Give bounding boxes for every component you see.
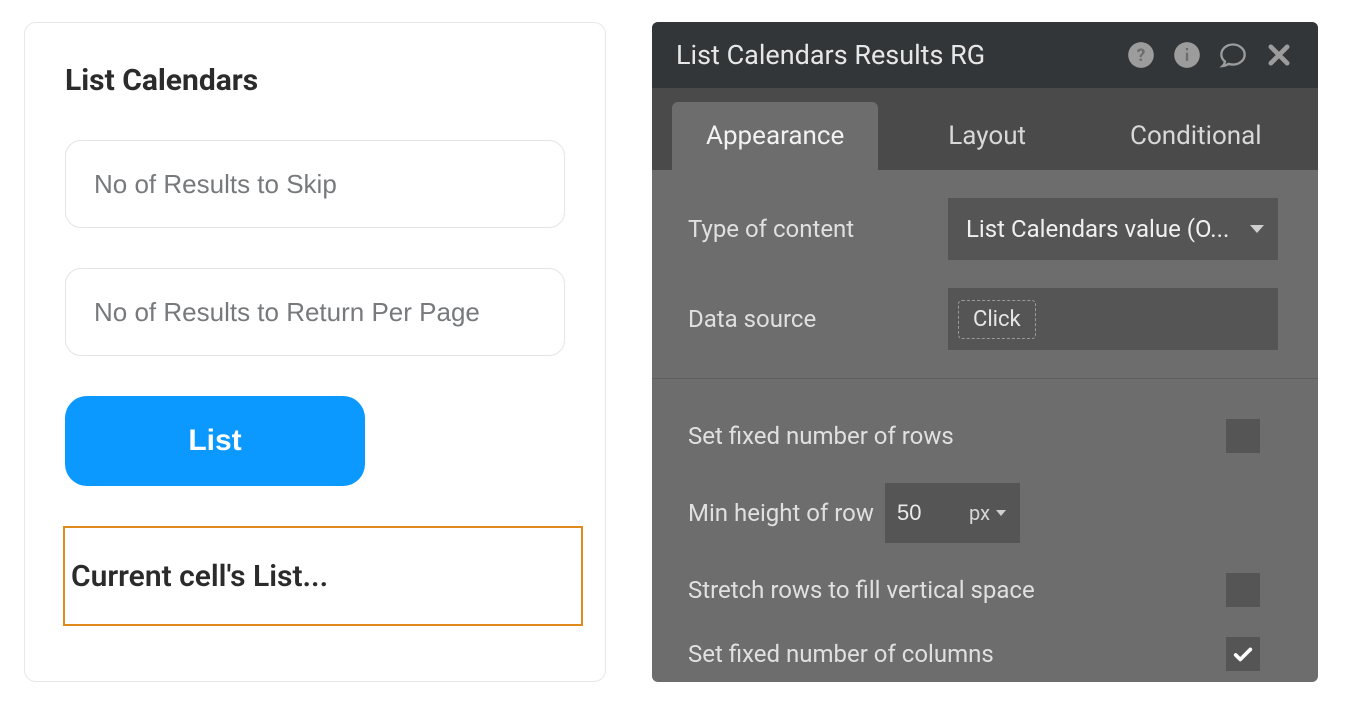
help-icon[interactable]: ?: [1126, 40, 1156, 70]
tab-appearance[interactable]: Appearance: [672, 102, 878, 170]
row-min-height: Min height of row px: [688, 483, 1290, 543]
min-height-label: Min height of row: [688, 499, 874, 527]
min-height-input[interactable]: [885, 483, 955, 543]
fixed-rows-checkbox[interactable]: [1226, 419, 1260, 453]
min-height-unit-select[interactable]: px: [955, 501, 1020, 525]
fixed-cols-label: Set fixed number of columns: [688, 640, 994, 668]
card-title: List Calendars: [65, 63, 565, 98]
tab-layout[interactable]: Layout: [914, 102, 1060, 170]
type-of-content-select[interactable]: List Calendars value (O...: [948, 198, 1278, 260]
close-icon[interactable]: [1264, 40, 1294, 70]
min-height-unit-label: px: [969, 501, 990, 525]
row-fixed-rows: Set fixed number of rows: [688, 419, 1290, 453]
current-cell-element[interactable]: Current cell's List...: [63, 526, 583, 626]
row-fixed-cols: Set fixed number of columns: [688, 637, 1290, 671]
type-of-content-value: List Calendars value (O...: [966, 215, 1229, 243]
data-source-label: Data source: [688, 305, 948, 333]
results-to-skip-input[interactable]: [65, 140, 565, 228]
comment-icon[interactable]: [1218, 40, 1248, 70]
section-divider: [652, 378, 1318, 379]
appearance-section: Type of content List Calendars value (O.…: [652, 170, 1318, 350]
min-height-control: px: [885, 483, 1020, 543]
row-data-source: Data source Click: [688, 288, 1290, 350]
list-calendars-card: List Calendars List Current cell's List.…: [24, 22, 606, 682]
stretch-rows-label: Stretch rows to fill vertical space: [688, 576, 1035, 604]
tab-conditional[interactable]: Conditional: [1096, 102, 1296, 170]
fixed-cols-checkbox[interactable]: [1226, 637, 1260, 671]
row-type-of-content: Type of content List Calendars value (O.…: [688, 198, 1290, 260]
svg-text:?: ?: [1137, 46, 1146, 66]
layout-section: Set fixed number of rows Min height of r…: [652, 419, 1318, 671]
chevron-down-icon: [1250, 225, 1264, 233]
data-source-click-chip[interactable]: Click: [958, 300, 1036, 339]
panel-header: List Calendars Results RG ?: [652, 22, 1318, 88]
header-icons: ?: [1126, 40, 1294, 70]
panel-tabs: Appearance Layout Conditional: [652, 88, 1318, 170]
type-of-content-label: Type of content: [688, 215, 948, 243]
fixed-rows-label: Set fixed number of rows: [688, 422, 954, 450]
panel-title: List Calendars Results RG: [676, 39, 1126, 71]
data-source-field[interactable]: Click: [948, 288, 1278, 350]
info-icon[interactable]: [1172, 40, 1202, 70]
results-per-page-input[interactable]: [65, 268, 565, 356]
stretch-rows-checkbox[interactable]: [1226, 573, 1260, 607]
current-cell-label: Current cell's List...: [71, 559, 328, 594]
list-button[interactable]: List: [65, 396, 365, 486]
chevron-down-icon: [996, 510, 1006, 516]
properties-panel: List Calendars Results RG ? Appearance L…: [652, 22, 1318, 682]
row-stretch-rows: Stretch rows to fill vertical space: [688, 573, 1290, 607]
